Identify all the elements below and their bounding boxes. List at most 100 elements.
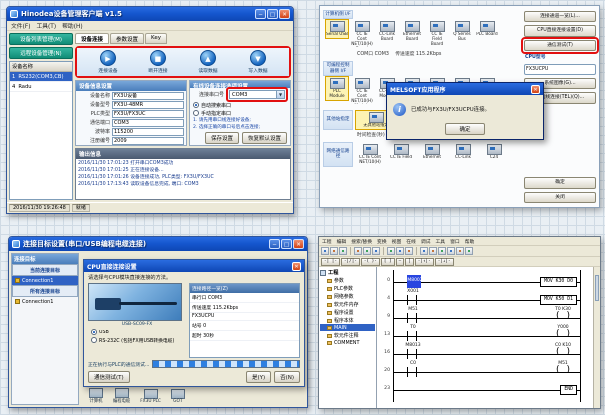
menu-item[interactable]: 视图 bbox=[392, 238, 402, 245]
instruction-box[interactable]: END bbox=[560, 385, 577, 395]
network-icon-option[interactable]: CC IE Field bbox=[386, 142, 416, 162]
popup-titlebar[interactable]: MELSOFT应用程序 ✕ bbox=[387, 83, 543, 95]
field-value[interactable]: 2009 bbox=[112, 137, 184, 145]
instruction-box[interactable]: MOV K30 D0 bbox=[540, 277, 577, 287]
ladder-symbol-button[interactable]: -| |- bbox=[321, 258, 340, 266]
project-tree-item[interactable]: 参数 bbox=[320, 276, 375, 284]
window-button[interactable]: ✕ bbox=[279, 9, 290, 19]
yes-button[interactable]: 是(Y) bbox=[246, 371, 271, 383]
interface-icon-option[interactable]: CC IE Cont NET/10(H) Board bbox=[350, 19, 374, 49]
com-port-select[interactable]: COM3 ▼ bbox=[229, 90, 285, 99]
field-value[interactable]: FX3U-48MR bbox=[112, 101, 184, 109]
scrollbar-thumb[interactable] bbox=[595, 275, 599, 301]
route-list-item[interactable]: 传送速度 115.2Kbps bbox=[190, 303, 299, 313]
ladder-symbol-button[interactable]: -|↓|- bbox=[435, 258, 454, 266]
project-tree-item[interactable]: 网络参数 bbox=[320, 292, 375, 300]
interface-icon-option[interactable]: PLC Board bbox=[475, 19, 499, 39]
project-tree-item[interactable]: 程序设置 bbox=[320, 308, 375, 316]
copy-icon[interactable] bbox=[363, 247, 371, 255]
communication-test-button[interactable]: 通信测试(T) bbox=[88, 371, 130, 383]
side-button[interactable]: CPU直接连接设置(D) bbox=[524, 25, 596, 36]
paste-icon[interactable] bbox=[372, 247, 380, 255]
new-project-icon[interactable] bbox=[321, 247, 329, 255]
window-button[interactable]: ✕ bbox=[293, 239, 304, 249]
popup-ok-button[interactable]: 确定 bbox=[445, 123, 485, 135]
open-project-icon[interactable] bbox=[330, 247, 338, 255]
wizard-titlebar[interactable]: 连接目标设置(串口/USB编程电缆连接) ─□✕ bbox=[9, 237, 307, 251]
window-button[interactable]: ─ bbox=[255, 9, 266, 19]
field-value[interactable]: COM3 bbox=[112, 119, 184, 127]
save-project-icon[interactable] bbox=[339, 247, 347, 255]
close-icon[interactable]: ✕ bbox=[531, 85, 540, 94]
project-tree-item[interactable]: 软元件注释 bbox=[320, 331, 375, 339]
field-value[interactable]: FX3U设备 bbox=[112, 92, 184, 100]
ladder-rung[interactable]: 16M8013C0 K10 bbox=[377, 343, 593, 361]
contact[interactable]: X001 bbox=[407, 295, 417, 305]
ladder-symbol-button[interactable]: │ bbox=[405, 258, 414, 266]
monitor-start-icon[interactable] bbox=[438, 247, 446, 255]
coil[interactable]: Y000 bbox=[557, 331, 569, 341]
ladder-rung[interactable]: 0M8002MOV K30 D0 bbox=[377, 271, 593, 289]
instruction-box[interactable]: MOV K50 D1 bbox=[540, 295, 577, 305]
connection-target-item[interactable]: 所有连接目标 bbox=[12, 285, 78, 297]
connect-action-button[interactable]: ▼写入数据 bbox=[248, 50, 267, 74]
connection-target-item[interactable]: 当前连接目标 bbox=[12, 264, 78, 276]
ladder-rung[interactable]: 20C0M51 bbox=[377, 361, 593, 379]
chevron-down-icon[interactable]: ▼ bbox=[276, 91, 284, 98]
usb-cable-image[interactable] bbox=[88, 283, 182, 321]
help-icon[interactable] bbox=[465, 247, 473, 255]
route-list-item[interactable]: 超时 30秒 bbox=[190, 331, 299, 341]
pc-read-icon[interactable] bbox=[429, 247, 437, 255]
ladder-symbol-button[interactable]: [ ] bbox=[381, 258, 395, 266]
interface-icon-option[interactable]: CC-Link Board bbox=[375, 19, 399, 44]
side-button[interactable]: 关闭 bbox=[524, 192, 596, 203]
remote-device-manage-button[interactable]: 远程设备管理(N) bbox=[9, 47, 73, 59]
interface-icon-option[interactable]: Ethernet Board bbox=[400, 19, 424, 44]
connect-action-button[interactable]: ■断开连接 bbox=[148, 50, 167, 74]
ladder-symbol-button[interactable]: -|/|- bbox=[341, 258, 360, 266]
route-list-item[interactable]: FX3UCPU bbox=[190, 313, 299, 321]
project-tree-item[interactable]: MAIN bbox=[320, 324, 375, 331]
device-list-manage-button[interactable]: 设备列表管理(M) bbox=[9, 33, 73, 45]
side-button[interactable]: FX3UCPU bbox=[524, 64, 596, 75]
interface-icon-option[interactable]: PLC Module bbox=[325, 76, 349, 101]
save-settings-button[interactable]: 保存设置 bbox=[205, 132, 239, 144]
side-button[interactable]: 确定 bbox=[524, 177, 596, 188]
output-log[interactable]: 2016/11/30 17:01:23 打开串口COM3成功2016/11/30… bbox=[76, 159, 290, 199]
ladder-rung[interactable]: 9M51T0 K30 bbox=[377, 307, 593, 325]
route-list-item[interactable]: 站号 0 bbox=[190, 321, 299, 331]
menu-item[interactable]: 在线 bbox=[406, 238, 416, 245]
tab[interactable]: 设备连接 bbox=[75, 33, 109, 44]
network-icon-option[interactable]: CC IE Cont NET/10(H) bbox=[355, 142, 385, 167]
convert-icon[interactable] bbox=[456, 247, 464, 255]
menu-item[interactable]: 帮助(H) bbox=[62, 21, 82, 30]
monitor-stop-icon[interactable] bbox=[447, 247, 455, 255]
project-tree-root[interactable]: 工程 bbox=[320, 269, 375, 276]
interface-icon-option[interactable]: Q Series Bus bbox=[450, 19, 474, 44]
undo-icon[interactable] bbox=[387, 247, 395, 255]
interface-icon-option[interactable]: CC IE Field Board bbox=[425, 19, 449, 48]
coil[interactable]: C0 K10 bbox=[557, 349, 569, 359]
menu-item[interactable]: 工具(T) bbox=[36, 21, 56, 30]
pc-write-icon[interactable] bbox=[420, 247, 428, 255]
project-tree-item[interactable]: PLC参数 bbox=[320, 284, 375, 292]
project-tree-item[interactable]: COMMENT bbox=[320, 339, 375, 346]
menu-item[interactable]: 文件(F) bbox=[11, 21, 30, 30]
ladder-rung[interactable]: 13T0Y000 bbox=[377, 325, 593, 343]
connection-target-item[interactable]: Connection1 bbox=[12, 276, 78, 285]
ladder-symbol-button[interactable]: -( )- bbox=[361, 258, 380, 266]
radio-option[interactable]: 手动指定串口 bbox=[190, 109, 290, 117]
find-icon[interactable] bbox=[405, 247, 413, 255]
window-button[interactable]: ─ bbox=[269, 239, 280, 249]
cable-radio-option[interactable]: RS-232C (包括FX用USB转换电缆) bbox=[88, 336, 186, 344]
device-manager-titlebar[interactable]: Hinodea设备管理客户端 v1.5 ─□✕ bbox=[7, 7, 293, 21]
side-button[interactable]: 连接通道一览(L)... bbox=[524, 11, 596, 22]
contact[interactable]: M51 bbox=[407, 313, 417, 323]
field-value[interactable]: FX3U/FX3UC bbox=[112, 110, 184, 118]
no-button[interactable]: 否(N) bbox=[274, 371, 300, 383]
project-tree-item[interactable]: 软元件内存 bbox=[320, 300, 375, 308]
coil[interactable]: M51 bbox=[557, 367, 569, 377]
ladder-symbol-button[interactable]: — bbox=[396, 258, 405, 266]
cut-icon[interactable] bbox=[354, 247, 362, 255]
menu-item[interactable]: 调试 bbox=[421, 238, 431, 245]
